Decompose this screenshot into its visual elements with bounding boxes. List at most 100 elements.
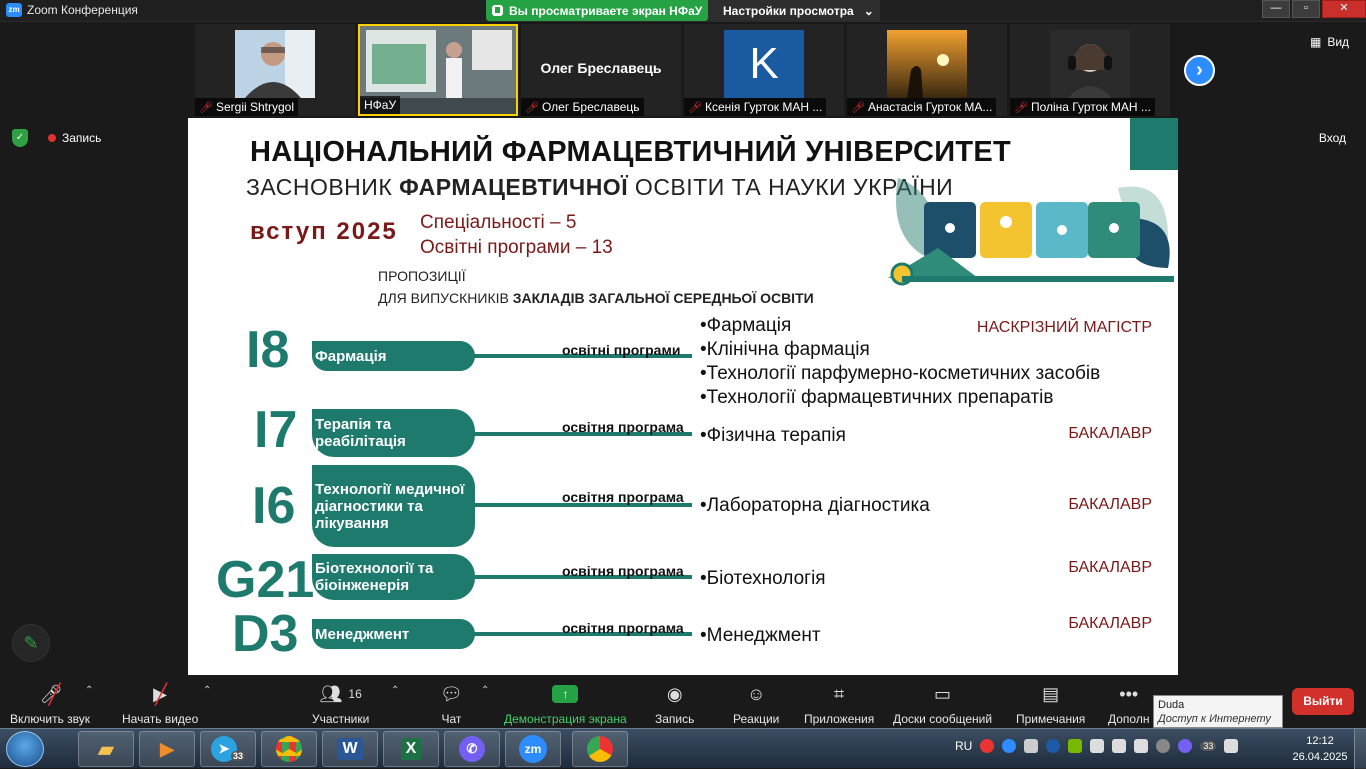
participant-display-name: Олег Бреславець bbox=[540, 60, 662, 76]
specialty-code: I7 bbox=[254, 401, 298, 459]
nvidia-icon[interactable] bbox=[1068, 739, 1083, 753]
whiteboards-button[interactable]: ▭ Доски сообщений bbox=[893, 680, 992, 727]
specialty-code: G21 bbox=[216, 551, 315, 609]
participant-name-bar: 🎤︎ Анастасія Гурток МА... bbox=[847, 98, 997, 116]
avatar bbox=[1050, 30, 1130, 98]
grid-icon: ▦ bbox=[1310, 35, 1322, 49]
notes-label: Примечания bbox=[1016, 712, 1086, 726]
minimize-button[interactable]: — bbox=[1262, 0, 1290, 18]
participant-tile[interactable]: 🎤︎ Поліна Гурток МАН ... bbox=[1010, 24, 1170, 116]
participant-name-bar: 🎤︎ Поліна Гурток МАН ... bbox=[1010, 98, 1155, 116]
view-button[interactable]: ▦ Вид bbox=[1310, 35, 1349, 49]
start-button-icon[interactable] bbox=[6, 731, 44, 767]
for-graduates-part: ДЛЯ ВИПУСКНИКІВ bbox=[378, 290, 513, 306]
word-icon[interactable]: W bbox=[322, 731, 378, 767]
more-label: Дополн bbox=[1108, 712, 1150, 726]
start-video-button[interactable]: ▶︎ ╱ Начать видео bbox=[122, 680, 199, 727]
apps-button[interactable]: ⌗ Приложения bbox=[804, 680, 875, 727]
maximize-button[interactable]: ▫ bbox=[1292, 0, 1320, 18]
chrome-profile-icon[interactable] bbox=[572, 731, 628, 767]
record-button[interactable]: ◉ Запись bbox=[655, 680, 694, 727]
recording-indicator[interactable]: Запись bbox=[48, 131, 101, 145]
chat-button[interactable]: 💬︎ Чат bbox=[440, 680, 463, 727]
specialty-pill: Терапія та реабілітація bbox=[312, 409, 475, 457]
annotate-pencil-icon[interactable]: ✎ bbox=[12, 624, 50, 662]
program-item: •Фізична терапія bbox=[700, 425, 846, 446]
participant-strip: 🎤︎ Sergii Shtrygol НФаУ Олег Бреславець … bbox=[195, 24, 1171, 116]
participant-name: НФаУ bbox=[364, 98, 397, 112]
chrome-icon[interactable] bbox=[261, 731, 317, 767]
participant-name: Анастасія Гурток МА... bbox=[867, 100, 993, 114]
for-graduates-heading: ДЛЯ ВИПУСКНИКІВ ЗАКЛАДІВ ЗАГАЛЬНОЇ СЕРЕД… bbox=[378, 290, 814, 306]
participant-name: Поліна Гурток МАН ... bbox=[1030, 100, 1151, 114]
tray-badge: 33 bbox=[1200, 741, 1217, 751]
more-icon: ••• bbox=[1119, 683, 1139, 704]
view-settings-button[interactable]: Настройки просмотра ⌄ bbox=[708, 0, 880, 21]
chrome-tray-icon[interactable] bbox=[980, 739, 995, 753]
signal-icon[interactable] bbox=[1134, 739, 1149, 753]
viber-tray-icon[interactable] bbox=[1178, 739, 1193, 753]
participant-name: Sergii Shtrygol bbox=[215, 100, 295, 114]
program-item: •Технології фармацевтичних препаратів bbox=[700, 387, 1054, 408]
puzzle-illustration bbox=[888, 178, 1174, 286]
notes-button[interactable]: ▤ Примечания bbox=[1016, 680, 1086, 727]
tooltip-title: Duda bbox=[1158, 699, 1185, 711]
start-video-label: Начать видео bbox=[122, 712, 199, 726]
participant-tile[interactable]: Олег Бреславець 🎤︎ Олег Бреславець bbox=[521, 24, 681, 116]
flag-icon[interactable] bbox=[1090, 739, 1105, 753]
reactions-button[interactable]: ☺ Реакции bbox=[733, 680, 779, 727]
close-button[interactable]: ✕ bbox=[1322, 0, 1366, 18]
specialty-pill: Фармація bbox=[312, 341, 475, 371]
specialty-code: I8 bbox=[246, 321, 290, 379]
excel-icon[interactable]: X bbox=[383, 731, 439, 767]
clipboard-tray-icon[interactable] bbox=[1024, 739, 1039, 753]
network-icon[interactable] bbox=[1112, 739, 1127, 753]
file-explorer-icon[interactable]: ▰ bbox=[78, 731, 134, 767]
muted-mic-icon: 🎤︎ bbox=[199, 101, 213, 114]
leave-button[interactable]: Выйти bbox=[1292, 688, 1354, 715]
audio-options-caret-icon[interactable]: ⌃ bbox=[85, 685, 93, 696]
participant-video bbox=[235, 30, 315, 98]
window-title: Zoom Конференция bbox=[27, 3, 138, 17]
security-shield-icon[interactable]: ✓ bbox=[12, 129, 28, 147]
subtitle-part: ЗАСНОВНИК bbox=[246, 174, 400, 200]
tooltip-subtitle: Доступ к Интернету bbox=[1158, 713, 1271, 725]
share-screen-button[interactable]: ↑ Демонстрация экрана bbox=[504, 680, 627, 726]
programs-label: освітні програми bbox=[562, 342, 681, 358]
telegram-badge: 33 bbox=[230, 751, 245, 761]
chat-options-caret-icon[interactable]: ⌃ bbox=[481, 685, 489, 696]
chevron-down-icon: ⌄ bbox=[863, 3, 874, 18]
participants-options-caret-icon[interactable]: ⌃ bbox=[391, 685, 399, 696]
bluetooth-icon[interactable] bbox=[1046, 739, 1061, 753]
view-settings-label: Настройки просмотра bbox=[723, 3, 854, 18]
show-desktop-button[interactable] bbox=[1354, 729, 1366, 769]
language-indicator[interactable]: RU bbox=[955, 739, 972, 753]
participant-name: Олег Бреславець bbox=[541, 100, 640, 114]
participant-tile[interactable]: 🎤︎ Sergii Shtrygol bbox=[195, 24, 355, 116]
clock-time: 12:12 bbox=[1306, 735, 1334, 747]
disk-icon[interactable] bbox=[1156, 739, 1171, 753]
specialties-count: Спеціальності – 5 bbox=[420, 212, 577, 233]
program-item: •Лабораторна діагностика bbox=[700, 495, 930, 516]
more-button[interactable]: ••• Дополн bbox=[1108, 680, 1150, 727]
unmute-button[interactable]: 🎤︎ ╱ Включить звук bbox=[10, 680, 90, 727]
exit-fullscreen-link[interactable]: Вход bbox=[1319, 131, 1346, 145]
volume-icon[interactable] bbox=[1224, 739, 1239, 753]
apps-label: Приложения bbox=[804, 712, 875, 726]
chat-icon: 💬︎ bbox=[440, 683, 463, 704]
participant-tile[interactable]: 🎤︎ Анастасія Гурток МА... bbox=[847, 24, 1007, 116]
zoom-tray-icon[interactable] bbox=[1002, 739, 1017, 753]
zoom-taskbar-icon[interactable]: zm bbox=[505, 731, 561, 767]
viber-icon[interactable]: ✆ bbox=[444, 731, 500, 767]
participants-label: Участники bbox=[312, 712, 370, 726]
participant-tile[interactable]: K 🎤︎ Ксенія Гурток МАН ... bbox=[684, 24, 844, 116]
participant-tile-active[interactable]: НФаУ bbox=[358, 24, 518, 116]
telegram-icon[interactable]: ➤ 33 bbox=[200, 731, 256, 767]
next-page-arrow-icon[interactable]: › bbox=[1184, 55, 1215, 86]
whiteboard-icon: ▭ bbox=[934, 683, 952, 704]
participants-button[interactable]: 👥︎ 16 Участники bbox=[312, 680, 370, 727]
clock[interactable]: 12:12 26.04.2025 bbox=[1285, 733, 1355, 765]
video-options-caret-icon[interactable]: ⌃ bbox=[203, 685, 211, 696]
participant-name-bar: 🎤︎ Олег Бреславець bbox=[521, 98, 644, 116]
media-player-icon[interactable]: ▶ bbox=[139, 731, 195, 767]
